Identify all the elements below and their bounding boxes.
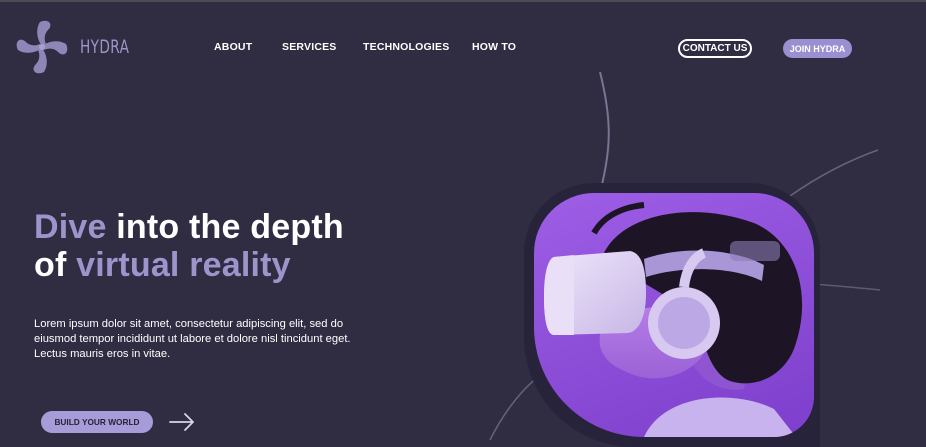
brand-name: HYDRA <box>80 36 130 58</box>
top-border <box>0 0 926 2</box>
nav-about[interactable]: ABOUT <box>214 41 252 53</box>
arrow-right-icon[interactable] <box>168 412 196 432</box>
brand-logo[interactable]: HYDRA <box>14 16 129 78</box>
build-your-world-button[interactable]: BUILD YOUR WORLD <box>41 411 153 433</box>
nav-technologies[interactable]: TECHNOLOGIES <box>363 41 449 53</box>
headline-accent-virtual-reality: virtual reality <box>76 246 291 284</box>
contact-us-button[interactable]: CONTACT US <box>678 39 752 58</box>
hydra-swirl-logo-icon <box>16 20 68 74</box>
nav-services[interactable]: SERVICES <box>282 41 337 53</box>
headline-line1-rest: into the depth <box>106 208 344 246</box>
hero-description: Lorem ipsum dolor sit amet, consectetur … <box>34 318 351 360</box>
join-hydra-button[interactable]: JOIN HYDRA <box>783 39 852 58</box>
nav-how-to[interactable]: HOW TO <box>472 41 516 53</box>
vr-person-illustration <box>544 202 803 437</box>
headline-accent-dive: Dive <box>34 208 107 246</box>
headline-line2-prefix: of <box>34 246 77 284</box>
vr-headset-photo <box>534 193 814 437</box>
hero-headline: Dive into the depth of virtual reality <box>34 208 344 284</box>
